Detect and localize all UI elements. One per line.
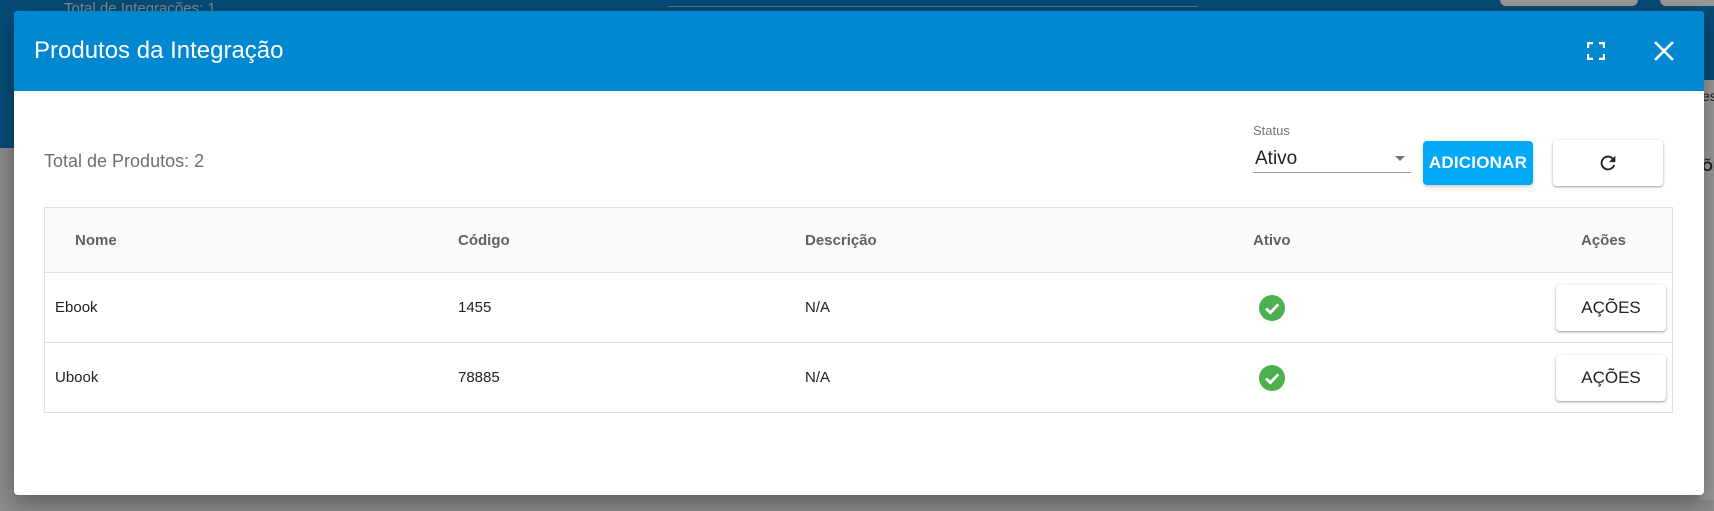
status-label: Status (1253, 123, 1290, 138)
table-row: Ubook 78885 N/A AÇÕES (45, 343, 1672, 413)
check-circle-icon (1259, 365, 1285, 391)
column-header-descricao[interactable]: Descrição (805, 232, 877, 249)
cell-descricao: N/A (805, 299, 831, 316)
column-header-acoes: Ações (1581, 232, 1627, 249)
column-header-ativo[interactable]: Ativo (1253, 232, 1291, 249)
modal-content: Total de Produtos: 2 Status Ativo ADICIO… (14, 0, 1704, 511)
column-header-codigo[interactable]: Código (458, 232, 510, 249)
table-row: Ebook 1455 N/A AÇÕES (45, 273, 1672, 343)
dropdown-arrow-icon (1395, 156, 1405, 161)
produtos-table: Nome Código Descrição Ativo Ações Ebook … (44, 207, 1673, 413)
refresh-icon (1600, 155, 1616, 171)
cell-nome: Ubook (55, 369, 99, 386)
check-circle-icon (1259, 295, 1285, 321)
adicionar-button[interactable]: ADICIONAR (1423, 141, 1533, 185)
cell-codigo: 1455 (458, 299, 492, 316)
cell-codigo: 78885 (458, 369, 500, 386)
status-value: Ativo (1255, 147, 1298, 169)
table-header: Nome Código Descrição Ativo Ações (45, 208, 1672, 273)
refresh-button[interactable] (1553, 140, 1663, 186)
column-header-nome[interactable]: Nome (75, 232, 117, 249)
acoes-button[interactable]: AÇÕES (1556, 355, 1666, 401)
total-produtos-label: Total de Produtos: 2 (44, 151, 205, 171)
status-filter[interactable]: Status Ativo (1253, 123, 1411, 173)
cell-descricao: N/A (805, 369, 831, 386)
status-select[interactable]: Ativo (1253, 145, 1411, 173)
acoes-button[interactable]: AÇÕES (1556, 285, 1666, 331)
cell-nome: Ebook (55, 299, 98, 316)
